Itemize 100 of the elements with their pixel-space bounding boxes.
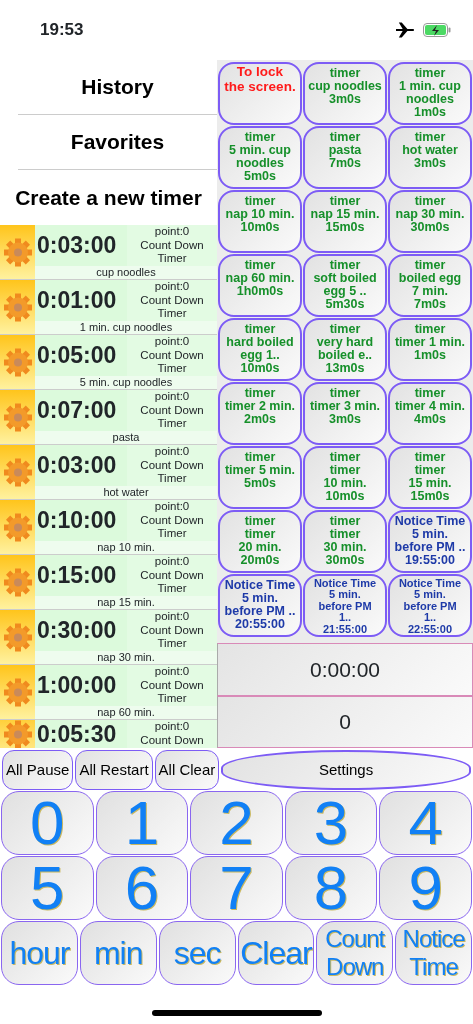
timer-info: Timer bbox=[157, 692, 187, 706]
keypad-key[interactable]: min bbox=[79, 921, 157, 985]
action-button[interactable]: All Pause bbox=[2, 750, 74, 790]
timer-info: point:0 bbox=[154, 720, 190, 734]
timer-info: point:0 bbox=[154, 225, 190, 239]
timer-name: nap 60 min. bbox=[35, 706, 217, 719]
timer-time: 0:01:00 bbox=[35, 280, 127, 321]
timer-info: Timer bbox=[157, 527, 187, 541]
timer-name: nap 10 min. bbox=[35, 541, 217, 554]
gear-icon[interactable] bbox=[0, 555, 35, 609]
timer-name: nap 30 min. bbox=[35, 651, 217, 664]
preset-button[interactable]: timer boiled egg 7 min. 7m0s bbox=[388, 254, 472, 317]
timer-name: 1 min. cup noodles bbox=[35, 321, 217, 334]
digit-key[interactable]: 0 bbox=[1, 791, 94, 855]
preset-button[interactable]: timer timer 4 min. 4m0s bbox=[388, 382, 472, 445]
settings-button[interactable]: Settings bbox=[221, 750, 471, 790]
timer-info: Timer bbox=[157, 472, 187, 486]
timer-info: point:0 bbox=[154, 555, 190, 569]
timer-info: Count Down bbox=[140, 293, 204, 307]
timer-info: point:0 bbox=[154, 280, 190, 294]
timer-info: Count Down bbox=[140, 568, 204, 582]
timer-info: Timer bbox=[157, 417, 187, 431]
timer-time: 0:07:00 bbox=[35, 390, 127, 431]
timer-info: Timer bbox=[157, 637, 187, 651]
timer-info: Count Down bbox=[140, 623, 204, 637]
gear-icon[interactable] bbox=[0, 665, 35, 719]
preset-button[interactable]: To lock the screen. bbox=[218, 62, 302, 125]
preset-button[interactable]: timer 5 min. cup noodles 5m0s bbox=[218, 126, 302, 189]
timer-info: Count Down bbox=[140, 458, 204, 472]
digit-key[interactable]: 1 bbox=[95, 791, 189, 855]
preset-button[interactable]: Notice Time 5 min. before PM .. 19:55:00 bbox=[388, 510, 472, 573]
keypad-key[interactable]: Clear bbox=[237, 921, 315, 985]
keypad-key[interactable]: Notice Time bbox=[395, 921, 472, 985]
timer-name: pasta bbox=[35, 431, 217, 444]
timer-name: nap 15 min. bbox=[35, 596, 217, 609]
gear-icon[interactable] bbox=[0, 335, 35, 389]
preset-button[interactable]: timer pasta 7m0s bbox=[303, 126, 387, 189]
keypad-key[interactable]: sec bbox=[158, 921, 236, 985]
timer-time: 0:03:00 bbox=[35, 445, 127, 486]
timer-time: 0:05:30 bbox=[35, 720, 127, 748]
preset-button[interactable]: timer nap 15 min. 15m0s bbox=[303, 190, 387, 253]
battery-icon bbox=[423, 23, 451, 37]
timer-info: Count Down bbox=[140, 403, 204, 417]
gear-icon[interactable] bbox=[0, 720, 35, 748]
airplane-icon bbox=[396, 22, 415, 38]
preset-button[interactable]: timer nap 60 min. 1h0m0s bbox=[218, 254, 302, 317]
preset-button[interactable]: timer hard boiled egg 1.. 10m0s bbox=[218, 318, 302, 381]
preset-button[interactable]: timer hot water 3m0s bbox=[388, 126, 472, 189]
preset-button[interactable]: timer 1 min. cup noodles 1m0s bbox=[388, 62, 472, 125]
gear-icon[interactable] bbox=[0, 445, 35, 499]
digit-key[interactable]: 2 bbox=[190, 791, 283, 855]
keypad-key[interactable]: Count Down bbox=[316, 921, 394, 985]
timer-info: Timer bbox=[157, 582, 187, 596]
preset-button[interactable]: timer timer 5 min. 5m0s bbox=[218, 446, 302, 509]
preset-button[interactable]: timer cup noodles 3m0s bbox=[303, 62, 387, 125]
timer-time: 0:30:00 bbox=[35, 610, 127, 651]
gear-icon[interactable] bbox=[0, 280, 35, 334]
timer-name: hot water bbox=[35, 486, 217, 499]
timer-info: point:0 bbox=[154, 335, 190, 349]
preset-button[interactable]: timer timer 10 min. 10m0s bbox=[303, 446, 387, 509]
preset-button[interactable]: Notice Time 5 min. before PM .. 20:55:00 bbox=[218, 574, 302, 637]
digit-key[interactable]: 6 bbox=[95, 856, 189, 920]
preset-button[interactable]: timer timer 20 min. 20m0s bbox=[218, 510, 302, 573]
action-button[interactable]: All Clear bbox=[154, 750, 220, 790]
timer-time: 0:05:00 bbox=[35, 335, 127, 376]
digit-key[interactable]: 4 bbox=[379, 791, 472, 855]
digit-key[interactable]: 3 bbox=[284, 791, 378, 855]
digit-key[interactable]: 5 bbox=[1, 856, 94, 920]
timer-info: point:0 bbox=[154, 445, 190, 459]
preset-button[interactable]: timer soft boiled egg 5 .. 5m30s bbox=[303, 254, 387, 317]
timer-time: 1:00:00 bbox=[35, 665, 127, 706]
digit-key[interactable]: 7 bbox=[190, 856, 283, 920]
gear-icon[interactable] bbox=[0, 390, 35, 444]
digit-key[interactable]: 8 bbox=[284, 856, 378, 920]
timer-info: Timer bbox=[157, 307, 187, 321]
preset-button[interactable]: timer timer 1 min. 1m0s bbox=[388, 318, 472, 381]
timer-info: Count Down bbox=[140, 348, 204, 362]
timer-time: 0:10:00 bbox=[35, 500, 127, 541]
keypad-key[interactable]: hour bbox=[1, 921, 78, 985]
gear-icon[interactable] bbox=[0, 500, 35, 554]
preset-button[interactable]: Notice Time 5 min. before PM 1.. 22:55:00 bbox=[388, 574, 472, 637]
gear-icon[interactable] bbox=[0, 225, 35, 279]
preset-button[interactable]: timer timer 30 min. 30m0s bbox=[303, 510, 387, 573]
timer-info: point:0 bbox=[154, 500, 190, 514]
action-button[interactable]: All Restart bbox=[75, 750, 153, 790]
preset-button[interactable]: timer timer 15 min. 15m0s bbox=[388, 446, 472, 509]
preset-button[interactable]: timer timer 2 min. 2m0s bbox=[218, 382, 302, 445]
timer-time: 0:03:00 bbox=[35, 225, 127, 266]
timer-info: Count Down bbox=[140, 678, 204, 692]
clock-time: 19:53 bbox=[40, 19, 84, 42]
count-display: 0 bbox=[217, 695, 473, 748]
gear-icon[interactable] bbox=[0, 610, 35, 664]
timer-info: Count Down bbox=[140, 238, 204, 252]
preset-button[interactable]: timer very hard boiled e.. 13m0s bbox=[303, 318, 387, 381]
digit-key[interactable]: 9 bbox=[379, 856, 472, 920]
preset-button[interactable]: timer timer 3 min. 3m0s bbox=[303, 382, 387, 445]
preset-button[interactable]: Notice Time 5 min. before PM 1.. 21:55:00 bbox=[303, 574, 387, 637]
timer-info: point:0 bbox=[154, 390, 190, 404]
preset-button[interactable]: timer nap 30 min. 30m0s bbox=[388, 190, 472, 253]
preset-button[interactable]: timer nap 10 min. 10m0s bbox=[218, 190, 302, 253]
